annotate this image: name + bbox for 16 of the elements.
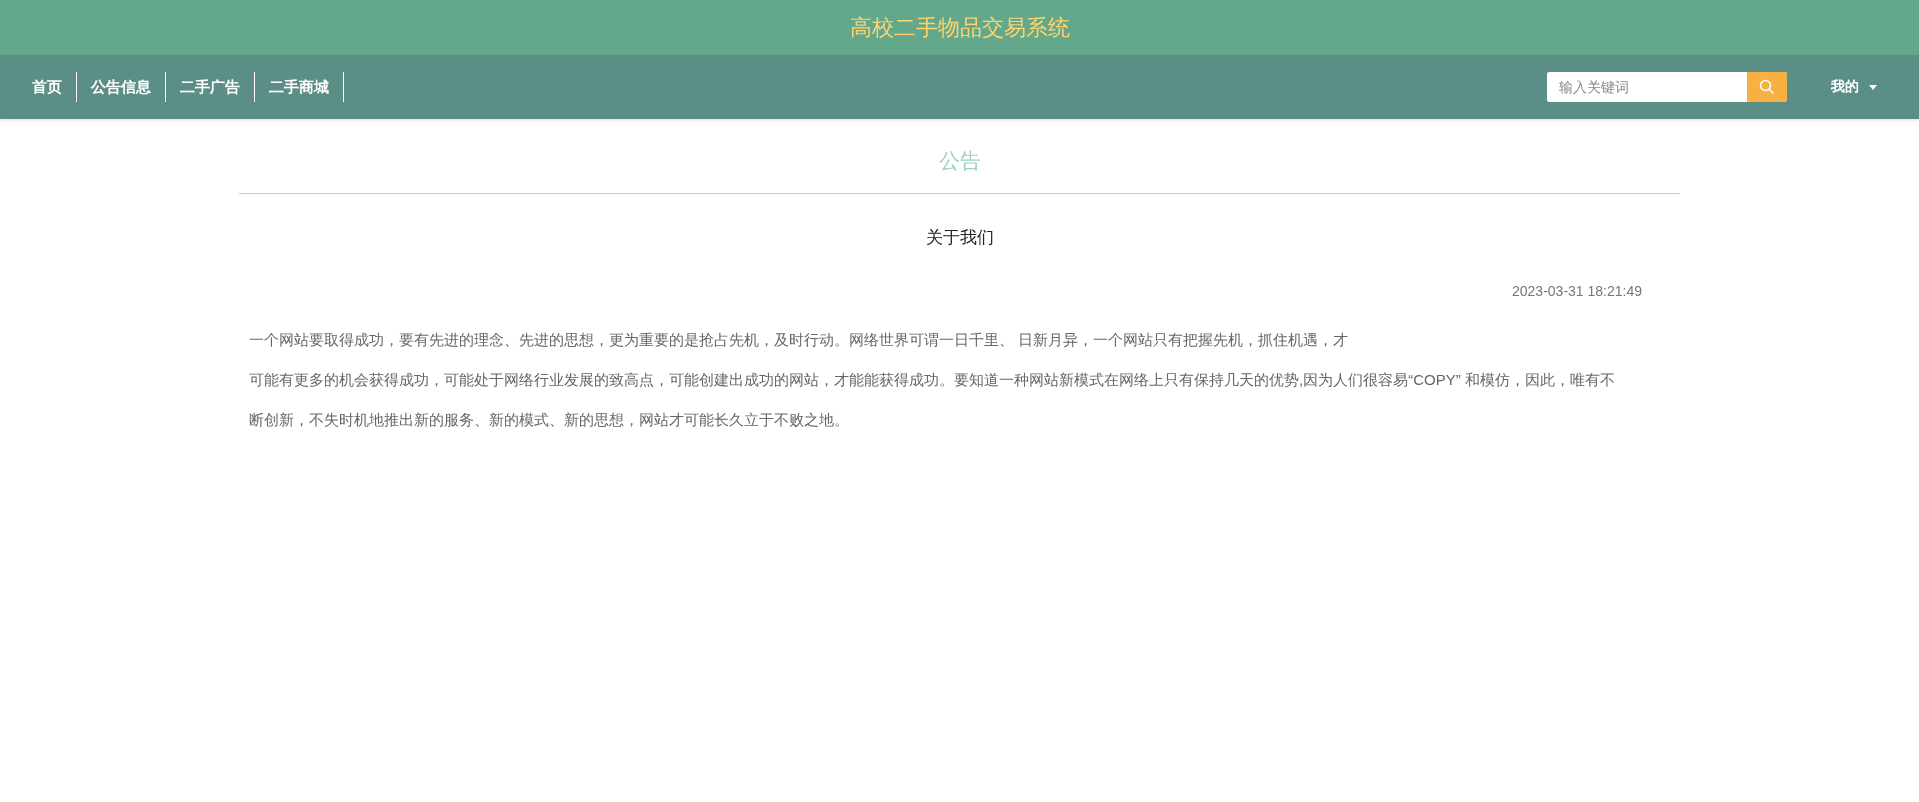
user-menu[interactable]: 我的 bbox=[1831, 78, 1877, 96]
search-button[interactable] bbox=[1747, 72, 1787, 102]
article-date: 2023-03-31 18:21:49 bbox=[1511, 283, 1643, 299]
article-paragraph: 一个网站要取得成功，要有先进的理念、先进的思想，更为重要的是抢占先机，及时行动。网络世界可谓一日千里、 日新月异，一个网站只有把握先机，抓住机遇，才 bbox=[249, 330, 1350, 350]
article-paragraph: 可能有更多的机会获得成功，可能处于网络行业发展的致高点，可能创建出成功的网站，才能能获得成功。要知道一种网站新模式在网络上只有保持几天的优势,因为人们很容易“COPY” 和模仿，因此，唯有不 bbox=[249, 370, 1616, 390]
nav-link[interactable]: 二手广告 bbox=[166, 72, 255, 102]
caret-icon bbox=[1869, 84, 1877, 90]
article-title: 关于我们 bbox=[924, 227, 995, 249]
nav-link[interactable]: 首页 bbox=[18, 72, 77, 102]
article-paragraph: 断创新，不失时机地推出新的服务、新的模式、新的思想，网站才可能长久立于不败之地。 bbox=[249, 410, 850, 430]
nav-link[interactable]: 公告信息 bbox=[77, 72, 166, 102]
site-title: 高校二手物品交易系统 bbox=[849, 13, 1070, 42]
section-title: 公告 bbox=[239, 119, 1680, 194]
search-icon bbox=[1759, 79, 1775, 95]
nav-link[interactable]: 二手商城 bbox=[255, 72, 344, 102]
search-field[interactable]: 输入关键词 bbox=[1547, 72, 1787, 102]
